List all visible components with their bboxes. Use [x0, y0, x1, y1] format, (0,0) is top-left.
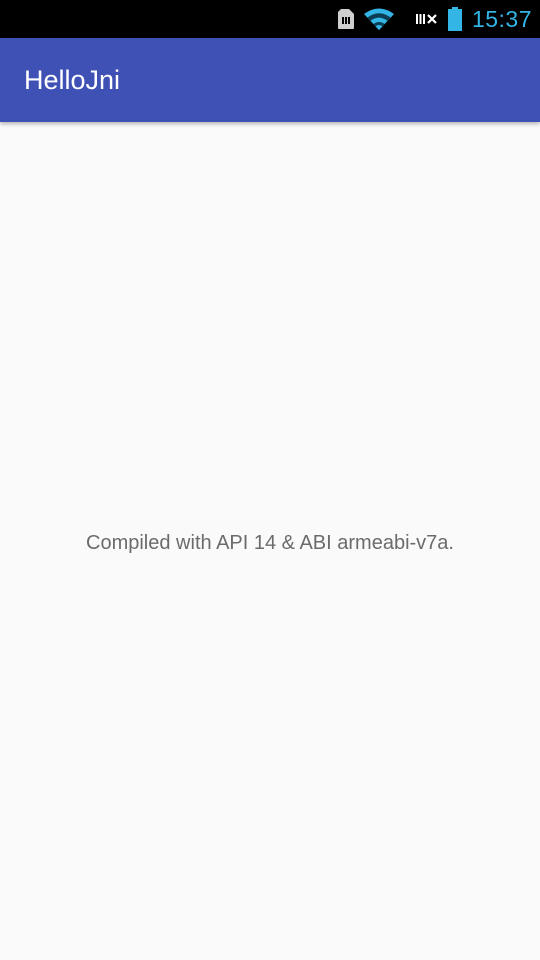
jni-message: Compiled with API 14 & ABI armeabi-v7a.: [86, 532, 454, 554]
main-content: Compiled with API 14 & ABI armeabi-v7a.: [0, 122, 540, 960]
status-bar: 15:37: [0, 0, 540, 38]
status-icons: 15:37: [337, 0, 532, 38]
sim-card-icon: [337, 9, 354, 29]
clock: 15:37: [471, 6, 532, 32]
no-data-icon: [415, 13, 438, 25]
battery-icon: [447, 7, 462, 31]
app-title: HelloJni: [24, 65, 121, 95]
wifi-icon: [363, 8, 394, 30]
app-bar: HelloJni: [0, 38, 540, 122]
